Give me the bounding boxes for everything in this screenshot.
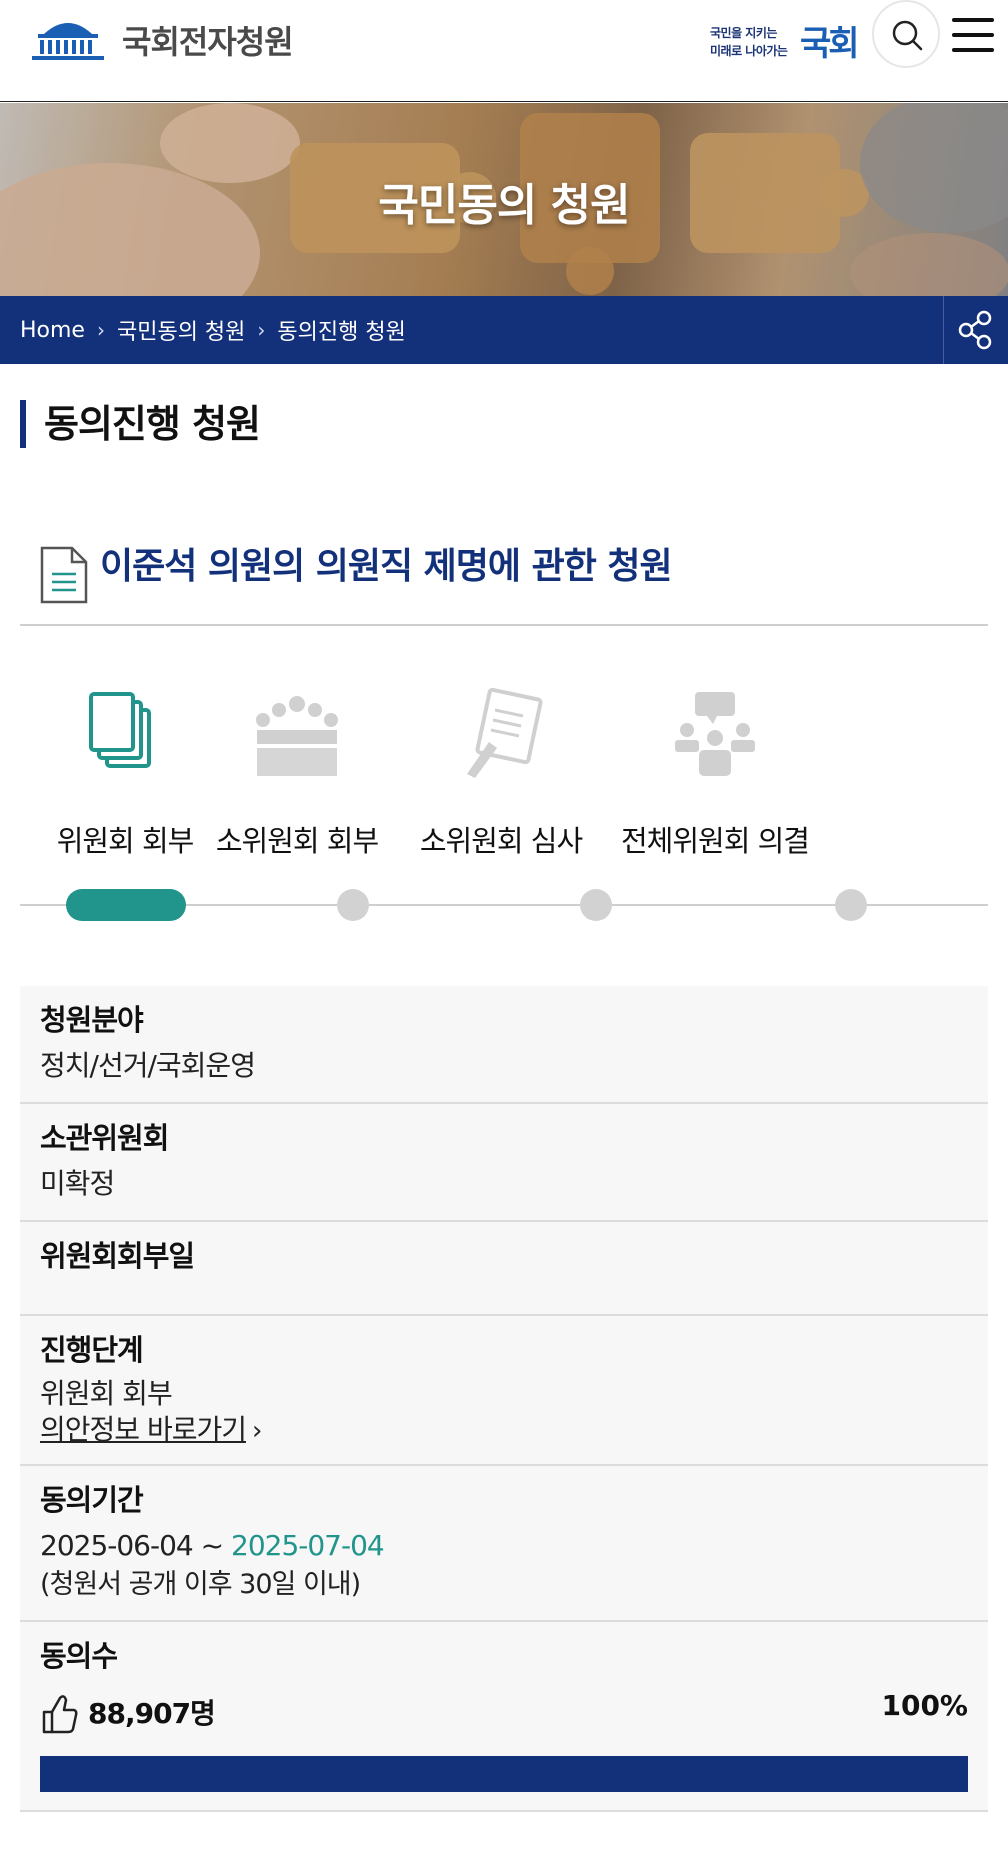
referral-date-label: 위원회회부일 — [40, 1239, 195, 1273]
hero-banner: 국민동의 청원 — [0, 103, 1008, 296]
step-indicator — [835, 889, 867, 921]
stage-label: 진행단계 — [40, 1333, 144, 1367]
bill-info-link[interactable]: 의안정보 바로가기 — [40, 1412, 247, 1448]
committee-value: 미확정 — [40, 1167, 115, 1200]
hamburger-line — [952, 33, 994, 37]
breadcrumb-home[interactable]: Home — [20, 318, 85, 343]
agree-count: 88,907명 — [88, 1697, 216, 1730]
step-indicator — [337, 889, 369, 921]
thumbs-up-icon — [42, 1695, 78, 1734]
menu-button[interactable] — [950, 16, 996, 54]
hero-title: 국민동의 청원 — [378, 180, 630, 231]
national-assembly-building-icon — [32, 23, 104, 60]
info-row-referral-date: 위원회회부일 — [20, 1222, 988, 1316]
field-label: 청원분야 — [40, 1003, 144, 1037]
share-button[interactable] — [943, 296, 1008, 364]
step-label: 소위원회 회부 — [215, 824, 379, 858]
breadcrumb: Home › 국민동의 청원 › 동의진행 청원 — [0, 296, 1008, 364]
period-note: (청원서 공개 이후 30일 이내) — [40, 1569, 361, 1600]
slogan-line-2: 미래로 나아가는 — [710, 44, 788, 58]
step-subcommittee-referral: 소위원회 회부 — [192, 680, 402, 920]
hamburger-menu-icon — [952, 18, 994, 22]
review-pen-icon — [467, 687, 543, 778]
slogan-line-1: 국민을 지키는 — [710, 26, 777, 40]
petition-title-row: 이준석 의원의 의원직 제명에 관한 청원 — [20, 534, 988, 626]
chevron-right-icon: › — [251, 1416, 263, 1446]
period-dates: 2025-06-04 ~ 2025-07-04 — [40, 1526, 968, 1566]
step-indicator — [580, 889, 612, 921]
search-button[interactable] — [872, 0, 940, 68]
slogan-emblem: 국회 — [800, 24, 860, 64]
period-start-date: 2025-06-04 — [40, 1529, 194, 1562]
documents-icon — [89, 692, 151, 768]
chevron-right-icon: › — [257, 318, 266, 342]
page-title: 동의진행 청원 — [20, 400, 261, 448]
hamburger-line — [952, 48, 994, 52]
document-icon — [40, 546, 88, 604]
info-row-stage: 진행단계 위원회 회부 의안정보 바로가기 › — [20, 1316, 988, 1466]
step-label: 소위원회 심사 — [419, 824, 583, 858]
breadcrumb-items: Home › 국민동의 청원 › 동의진행 청원 — [20, 296, 406, 364]
agree-progress-bar — [40, 1756, 968, 1792]
info-row-agree-count: 동의수 88,907명 100% — [20, 1622, 988, 1812]
period-separator: ~ — [192, 1529, 231, 1562]
breadcrumb-petitions[interactable]: 국민동의 청원 — [117, 314, 245, 346]
agree-count-line: 88,907명 100% — [40, 1686, 968, 1744]
petition-title: 이준석 의원의 의원직 제명에 관한 청원 — [100, 546, 673, 587]
committee-label: 소관위원회 — [40, 1121, 169, 1155]
field-value: 정치/선거/국회운영 — [40, 1049, 256, 1082]
petition-progress-steps: 위원회 회부 소위원회 회부 소위원회 심사 전체위원회 의결 — [20, 680, 988, 930]
agree-progress-fill — [40, 1756, 968, 1792]
agree-percent: 100% — [881, 1689, 968, 1722]
step-full-committee-vote: 전체위원회 의결 — [610, 680, 820, 920]
site-name: 국회전자청원 — [122, 23, 294, 61]
search-icon — [892, 20, 923, 51]
info-row-field: 청원분야 정치/선거/국회운영 — [20, 986, 988, 1104]
info-row-period: 동의기간 2025-06-04 ~ 2025-07-04 (청원서 공개 이후 … — [20, 1466, 988, 1622]
share-icon — [958, 310, 992, 350]
period-label: 동의기간 — [40, 1483, 144, 1517]
petition-info-table: 청원분야 정치/선거/국회운영 소관위원회 미확정 위원회회부일 진행단계 위원… — [20, 986, 988, 1812]
bill-info-link-row: 의안정보 바로가기 › — [40, 1412, 968, 1448]
assembly-slogan: 국민을 지키는 미래로 나아가는 국회 — [708, 14, 860, 64]
committee-discussion-icon — [675, 692, 755, 776]
info-row-committee: 소관위원회 미확정 — [20, 1104, 988, 1222]
period-end-date: 2025-07-04 — [231, 1529, 385, 1562]
chevron-right-icon: › — [96, 318, 105, 342]
step-label: 전체위원회 의결 — [621, 824, 810, 858]
site-logo[interactable]: 국회전자청원 — [28, 12, 294, 68]
step-subcommittee-review: 소위원회 심사 — [396, 680, 606, 920]
meeting-table-icon — [256, 696, 338, 776]
stage-value: 위원회 회부 — [40, 1377, 173, 1410]
site-header: 국회전자청원 국민을 지키는 미래로 나아가는 국회 — [0, 0, 1008, 102]
step-indicator-active — [66, 889, 186, 921]
agree-label: 동의수 — [40, 1639, 118, 1673]
breadcrumb-current[interactable]: 동의진행 청원 — [277, 314, 405, 346]
